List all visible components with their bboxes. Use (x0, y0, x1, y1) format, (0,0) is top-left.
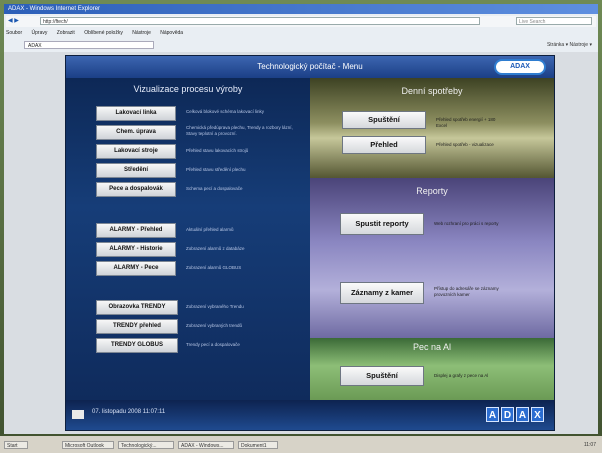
system-clock: 11:07 (583, 442, 596, 448)
menu-item[interactable]: Nápověda (160, 30, 183, 36)
browser-window: ADAX - Windows Internet Explorer ◀ ▶ htt… (4, 4, 598, 52)
section-title: Pec na Al (412, 342, 452, 352)
section-title: Reporty (416, 186, 448, 196)
address-bar: ◀ ▶ http://ftech/ Live Search (6, 16, 596, 27)
button-description: Celková blokové schéma lakovací linky (186, 109, 265, 114)
button-description: Zobrazení vybraného Trendu (186, 304, 244, 309)
section-description: Web rozhraní pro práci s reporty (434, 221, 499, 226)
logo-letter: A (486, 407, 499, 422)
section-heading: Vizualizace procesu výroby (133, 84, 243, 94)
pece-dospalovak-button[interactable]: Pece a dospalovák (96, 182, 176, 197)
section-description: Přehled spotřeb - vizualizace (436, 142, 494, 147)
taskbar-item[interactable]: ADAX - Windows... (178, 441, 234, 449)
reporty-section: Reporty Spustit reporty Web rozhraní pro… (310, 178, 554, 338)
keyboard-icon[interactable] (72, 410, 84, 419)
adax-logo: ADAX (494, 59, 546, 75)
logo-letter: A (516, 407, 529, 422)
stredeni-button[interactable]: Středění (96, 163, 176, 178)
obrazovka-trendy-button[interactable]: Obrazovka TRENDY (96, 300, 178, 315)
browser-menubar: Soubor Úpravy Zobrazit Oblíbené položky … (6, 29, 596, 38)
pec-na-al-section: Pec na Al Spuštění Displej a grafy z pec… (310, 338, 554, 400)
denni-spotreby-section: Denní spotřeby Spuštění Přehled spotřeb … (310, 78, 554, 178)
adax-footer-logo: A D A X (484, 407, 544, 422)
button-description: Zobrazení vybraných trendů (186, 323, 243, 328)
menu-item[interactable]: Úpravy (32, 30, 48, 36)
lakovaci-linka-button[interactable]: Lakovací linka (96, 106, 176, 121)
logo-letter: X (531, 407, 544, 422)
start-button[interactable]: Start (4, 441, 28, 449)
section-description: Přístup do adresáře se záznamy provozníc… (434, 286, 499, 297)
button-description: Přehled stavu lakovacích strojů (186, 148, 249, 153)
button-description: Aktuální přehled alarmů (186, 227, 234, 232)
visualization-section: Vizualizace procesu výroby Lakovací link… (66, 78, 310, 400)
section-description: Přehled spotřeb energií + 180 Excel (436, 117, 496, 128)
taskbar-item[interactable]: Technologický... (118, 441, 174, 449)
url-input[interactable]: http://ftech/ (40, 17, 480, 25)
section-description: Displej a grafy z pece na Al (434, 373, 489, 378)
button-description: Chemická předúprava plechu, Trendy a roz… (186, 125, 293, 136)
menu-item[interactable]: Zobrazit (57, 30, 75, 36)
tools-menu[interactable]: Stránka ▾ Nástroje ▾ (547, 40, 592, 50)
taskbar-item[interactable]: Dokument1 (238, 441, 278, 449)
taskbar-item[interactable]: Microsoft Outlook (62, 441, 114, 449)
menu-item[interactable]: Nástroje (132, 30, 151, 36)
browser-tab[interactable]: ADAX (24, 41, 154, 49)
back-forward-icon[interactable]: ◀ ▶ (8, 16, 19, 27)
button-description: Trendy pecí a dospalovače (186, 342, 240, 347)
spustit-reporty-button[interactable]: Spustit reporty (340, 213, 424, 235)
zaznamy-z-kamer-button[interactable]: Záznamy z kamer (340, 282, 424, 304)
pec-spusteni-button[interactable]: Spuštění (340, 366, 424, 386)
button-description: Schema pecí a dospalovače (186, 186, 243, 191)
denni-prehled-button[interactable]: Přehled (342, 136, 426, 154)
os-taskbar: Start Microsoft Outlook Technologický...… (0, 436, 602, 453)
datetime-display: 07. listopadu 2008 11:07:11 (92, 409, 166, 415)
window-title: ADAX - Windows Internet Explorer (4, 4, 598, 14)
trendy-globus-button[interactable]: TRENDY GLOBUS (96, 338, 178, 353)
page-title: Technologický počítač - Menu (66, 56, 554, 78)
alarmy-historie-button[interactable]: ALARMY - Historie (96, 242, 176, 257)
chem-uprava-button[interactable]: Chem. úprava (96, 125, 176, 140)
menu-item[interactable]: Soubor (6, 30, 22, 36)
menu-panel: Technologický počítač - Menu ADAX Vizual… (66, 56, 554, 430)
menu-item[interactable]: Oblíbené položky (84, 30, 123, 36)
search-input[interactable]: Live Search (516, 17, 592, 25)
status-bar: 07. listopadu 2008 11:07:11 A D A X (66, 400, 554, 430)
logo-letter: D (501, 407, 514, 422)
app-canvas: Technologický počítač - Menu ADAX Vizual… (4, 52, 598, 434)
trendy-prehled-button[interactable]: TRENDY přehled (96, 319, 178, 334)
button-description: Zobrazení alarmů z databáze (186, 246, 245, 251)
lakovaci-stroje-button[interactable]: Lakovací stroje (96, 144, 176, 159)
tab-bar: ADAX Stránka ▾ Nástroje ▾ (6, 40, 596, 50)
section-title: Denní spotřeby (401, 86, 463, 96)
alarmy-prehled-button[interactable]: ALARMY - Přehled (96, 223, 176, 238)
alarmy-pece-button[interactable]: ALARMY - Pece (96, 261, 176, 276)
button-description: Přehled stavu středění plechu (186, 167, 246, 172)
right-column: Denní spotřeby Spuštění Přehled spotřeb … (310, 78, 554, 400)
denni-spusteni-button[interactable]: Spuštění (342, 111, 426, 129)
button-description: Zobrazení alarmů GLOBUS (186, 265, 242, 270)
